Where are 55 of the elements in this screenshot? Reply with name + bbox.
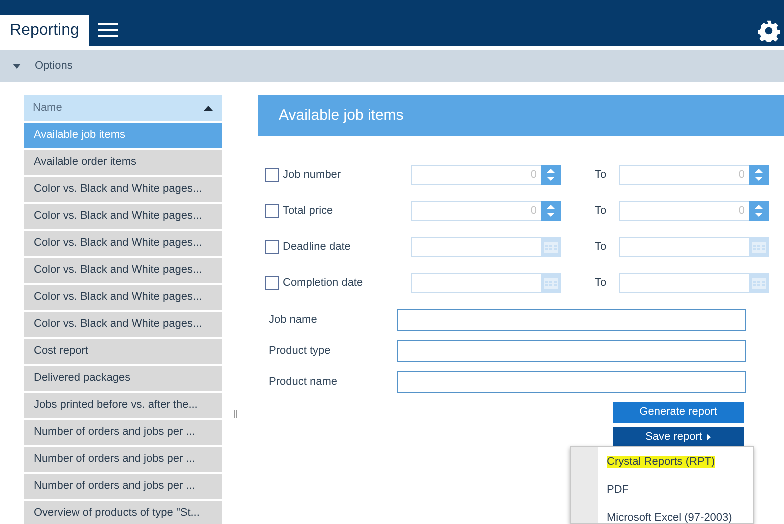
field-label: Total price — [283, 204, 334, 219]
checkbox[interactable] — [265, 276, 279, 290]
field-label: To — [594, 276, 608, 291]
sidebar-item[interactable]: Delivered packages — [24, 366, 222, 391]
sidebar-item[interactable]: Cost report — [24, 339, 222, 364]
field-label: To — [594, 204, 608, 219]
spinner-icon[interactable] — [754, 167, 764, 183]
text-field[interactable] — [397, 371, 746, 393]
sidebar-item[interactable]: Overview of products of type "St... — [24, 501, 222, 524]
field-label: To — [594, 240, 608, 255]
field-label: Job name — [268, 312, 318, 328]
splitter-handle[interactable] — [234, 410, 237, 418]
caret-icon[interactable] — [13, 64, 21, 68]
field-label: Job number — [283, 168, 342, 183]
sidebar-item[interactable]: Number of orders and jobs per ... — [24, 420, 222, 445]
sidebar-item[interactable]: Color vs. Black and White pages... — [24, 177, 222, 202]
sidebar-item[interactable]: Color vs. Black and White pages... — [24, 312, 222, 337]
panel-title: Available job items — [258, 95, 784, 136]
app-title: Reporting — [0, 15, 90, 46]
field-label: Completion date — [283, 276, 364, 291]
sidebar-item[interactable]: Number of orders and jobs per ... — [24, 474, 222, 499]
field-label: Product type — [268, 344, 332, 359]
date-field[interactable] — [411, 237, 541, 257]
menu-icon[interactable] — [98, 23, 118, 37]
text-field[interactable] — [397, 340, 746, 362]
spinner-icon[interactable] — [546, 167, 556, 183]
sidebar-item[interactable]: Color vs. Black and White pages... — [24, 258, 222, 283]
sidebar-item[interactable]: Color vs. Black and White pages... — [24, 231, 222, 256]
generate-report-button[interactable]: Generate report — [613, 402, 744, 423]
sort-icon — [204, 106, 213, 110]
spinner-icon[interactable] — [754, 203, 764, 219]
field-label: Product name — [268, 374, 338, 390]
settings-icon[interactable] — [758, 20, 780, 42]
sidebar-item[interactable]: Available order items — [24, 150, 222, 175]
field-label: To — [594, 168, 608, 183]
date-field[interactable] — [619, 237, 749, 257]
checkbox[interactable] — [265, 204, 279, 218]
save-report-button[interactable]: Save report — [613, 427, 744, 448]
checkbox[interactable] — [265, 168, 279, 182]
sidebar-item[interactable]: Number of orders and jobs per ... — [24, 447, 222, 472]
sidebar-item[interactable]: Jobs printed before vs. after the... — [24, 393, 222, 418]
caret-icon — [707, 434, 712, 441]
menu-item[interactable]: Microsoft Excel (97-2003) — [598, 504, 732, 523]
checkbox[interactable] — [265, 240, 279, 254]
options-toggle[interactable]: Options — [35, 58, 73, 74]
date-field[interactable] — [411, 273, 541, 293]
menu-item[interactable]: PDF — [598, 476, 732, 504]
sidebar-item[interactable]: Color vs. Black and White pages... — [24, 285, 222, 310]
text-field[interactable] — [397, 309, 746, 331]
column-header[interactable]: Name — [24, 95, 222, 121]
menu-item[interactable]: Crystal Reports (RPT) — [598, 448, 732, 476]
field-label: Deadline date — [283, 240, 352, 255]
date-field[interactable] — [619, 273, 749, 293]
spinner-icon[interactable] — [546, 203, 556, 219]
sidebar-item[interactable]: Color vs. Black and White pages... — [24, 204, 222, 229]
